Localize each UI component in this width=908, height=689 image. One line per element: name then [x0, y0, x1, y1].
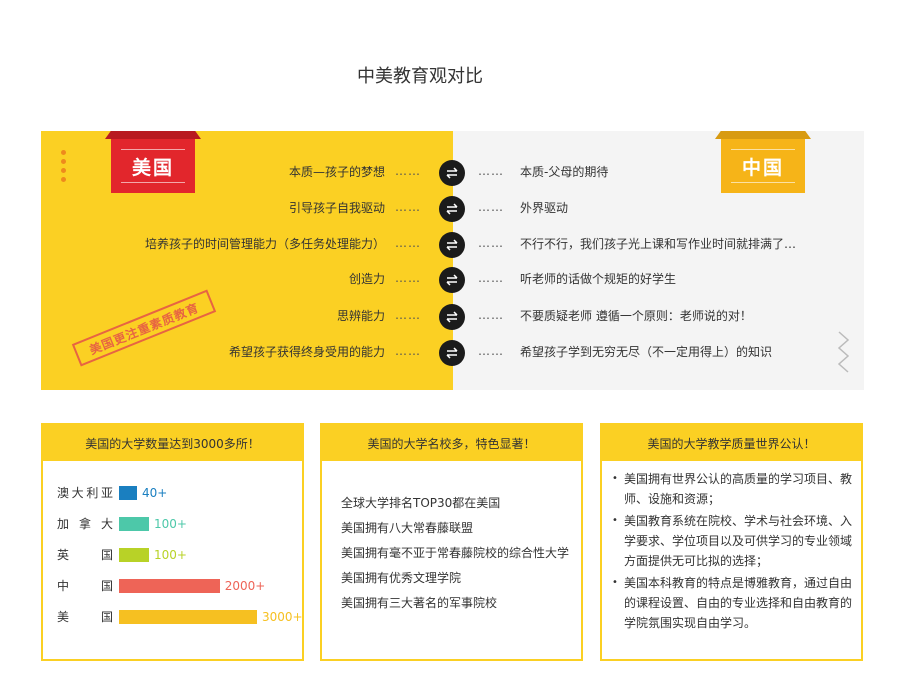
card-header: 美国的大学教学质量世界公认！	[602, 425, 861, 461]
comparison-panel: 美国 中国 美国更注重素质教育 本质—孩子的梦想………… 本质-父母的期待 引导孩子…	[41, 131, 864, 390]
quality-bullet-item: 美国拥有世界公认的高质量的学习项目、教师、设施和资源；	[610, 469, 854, 509]
bar-row: 中国 2000+	[57, 578, 297, 594]
comparison-row: 创造力 …… …… 听老师的话做个规矩的好学生	[41, 265, 864, 293]
us-value: 本质—孩子的梦想	[288, 165, 385, 179]
swap-arrows-icon	[439, 304, 465, 330]
bar-row: 英国 100+	[57, 547, 297, 563]
cn-value: 不要质疑老师 遵循一个原则：老师说的对！	[520, 309, 752, 323]
cn-value: 听老师的话做个规矩的好学生	[520, 272, 677, 286]
leader-dots: ……	[478, 271, 504, 285]
bar-label-char: 国	[100, 548, 113, 562]
bar-label-char: 国	[100, 610, 113, 624]
bar-row: 加拿大 100+	[57, 516, 297, 532]
bar-label-char: 大	[100, 517, 113, 531]
bar-value-label: 100+	[154, 517, 187, 531]
bar-label-char: 澳	[57, 486, 70, 500]
bar-label-char: 中	[57, 579, 70, 593]
famous-schools-card: 美国的大学名校多，特色显著！ 全球大学排名TOP30都在美国 美国拥有八大常春藤联…	[320, 423, 583, 661]
cn-value: 希望孩子学到无穷无尽（不一定用得上）的知识	[520, 345, 773, 359]
leader-dots: ……	[395, 344, 421, 358]
us-value: 创造力	[348, 272, 385, 286]
bar-row: 澳大利亚 40+	[57, 485, 297, 501]
card-header: 美国的大学数量达到3000多所！	[43, 425, 302, 461]
bar-value-label: 2000+	[224, 579, 266, 593]
leader-dots: ……	[395, 164, 421, 178]
cn-value: 不行不行，我们孩子光上课和写作业时间就排满了…	[520, 237, 797, 251]
bar	[119, 517, 149, 531]
bar-label-char: 拿	[78, 517, 91, 531]
page-title: 中美教育观对比	[357, 66, 483, 87]
teaching-quality-card: 美国的大学教学质量世界公认！ 美国拥有世界公认的高质量的学习项目、教师、设施和资…	[600, 423, 863, 661]
quality-bullet-list: 美国拥有世界公认的高质量的学习项目、教师、设施和资源；美国教育系统在院校、学术与…	[610, 469, 854, 635]
school-list-item: 美国拥有毫不亚于常春藤院校的综合性大学	[341, 546, 570, 560]
card-header: 美国的大学名校多，特色显著！	[322, 425, 581, 461]
swap-arrows-icon	[439, 267, 465, 293]
cn-value: 外界驱动	[520, 201, 569, 215]
school-list-item: 全球大学排名TOP30都在美国	[341, 496, 501, 510]
bar-label-char: 亚	[100, 486, 113, 500]
bar	[119, 548, 149, 562]
bar-label-char: 国	[100, 579, 113, 593]
us-value: 引导孩子自我驱动	[288, 201, 385, 215]
leader-dots: ……	[478, 236, 504, 250]
bar-label-char: 利	[86, 486, 99, 500]
swap-arrows-icon	[439, 232, 465, 258]
leader-dots: ……	[395, 271, 421, 285]
quality-bullet-item: 美国教育系统在院校、学术与社会环境、入学要求、学位项目以及可供学习的专业领域方面…	[610, 511, 854, 571]
school-list-item: 美国拥有三大著名的军事院校	[341, 596, 498, 610]
bar	[119, 610, 257, 624]
bar-label-char: 美	[57, 610, 70, 624]
leader-dots: ……	[478, 164, 504, 178]
leader-dots: ……	[478, 308, 504, 322]
bar-value-label: 3000+	[262, 610, 303, 624]
bar-label: 英国	[57, 547, 113, 563]
swap-arrows-icon	[439, 160, 465, 186]
university-count-card: 美国的大学数量达到3000多所！ 澳大利亚 40+ 加拿大 100+ 英国 100+ 中国 2…	[41, 423, 304, 661]
leader-dots: ……	[395, 200, 421, 214]
leader-dots: ……	[395, 308, 421, 322]
bar-label: 澳大利亚	[57, 485, 113, 501]
bar-label: 加拿大	[57, 516, 113, 532]
leader-dots: ……	[478, 344, 504, 358]
swap-arrows-icon	[439, 196, 465, 222]
bar-value-label: 40+	[142, 486, 168, 500]
bar	[119, 486, 137, 500]
bar-label-char: 加	[57, 517, 70, 531]
school-list-item: 美国拥有八大常春藤联盟	[341, 521, 474, 535]
bar	[119, 579, 220, 593]
quality-bullet-item: 美国本科教育的特点是博雅教育，通过自由的课程设置、自由的专业选择和自由教育的学院…	[610, 573, 854, 633]
school-list-item: 美国拥有优秀文理学院	[341, 571, 462, 585]
school-list: 全球大学排名TOP30都在美国 美国拥有八大常春藤联盟美国拥有毫不亚于常春藤院校的…	[341, 491, 569, 616]
us-value: 培养孩子的时间管理能力（多任务处理能力）	[144, 237, 385, 251]
bar-label: 美国	[57, 609, 113, 625]
bar-label-char: 英	[57, 548, 70, 562]
bar-value-label: 100+	[154, 548, 187, 562]
comparison-row: 培养孩子的时间管理能力（多任务处理能力） …… …… 不行不行，我们孩子光上课和写作业…	[41, 230, 864, 258]
bar-label-char: 大	[71, 486, 84, 500]
comparison-row: 希望孩子获得终身受用的能力 …… …… 希望孩子学到无穷无尽（不一定用得上）的知识	[41, 338, 864, 366]
leader-dots: ……	[478, 200, 504, 214]
comparison-row: 本质—孩子的梦想 …… …… 本质-父母的期待	[41, 158, 864, 186]
leader-dots: ……	[395, 236, 421, 250]
bar-label: 中国	[57, 578, 113, 594]
comparison-row: 引导孩子自我驱动 …… …… 外界驱动	[41, 194, 864, 222]
swap-arrows-icon	[439, 340, 465, 366]
comparison-row: 思辨能力 …… …… 不要质疑老师 遵循一个原则：老师说的对！	[41, 302, 864, 330]
us-value: 希望孩子获得终身受用的能力	[228, 345, 385, 359]
us-value: 思辨能力	[336, 309, 385, 323]
cn-value: 本质-父母的期待	[520, 165, 609, 179]
bar-row: 美国 3000+	[57, 609, 303, 625]
